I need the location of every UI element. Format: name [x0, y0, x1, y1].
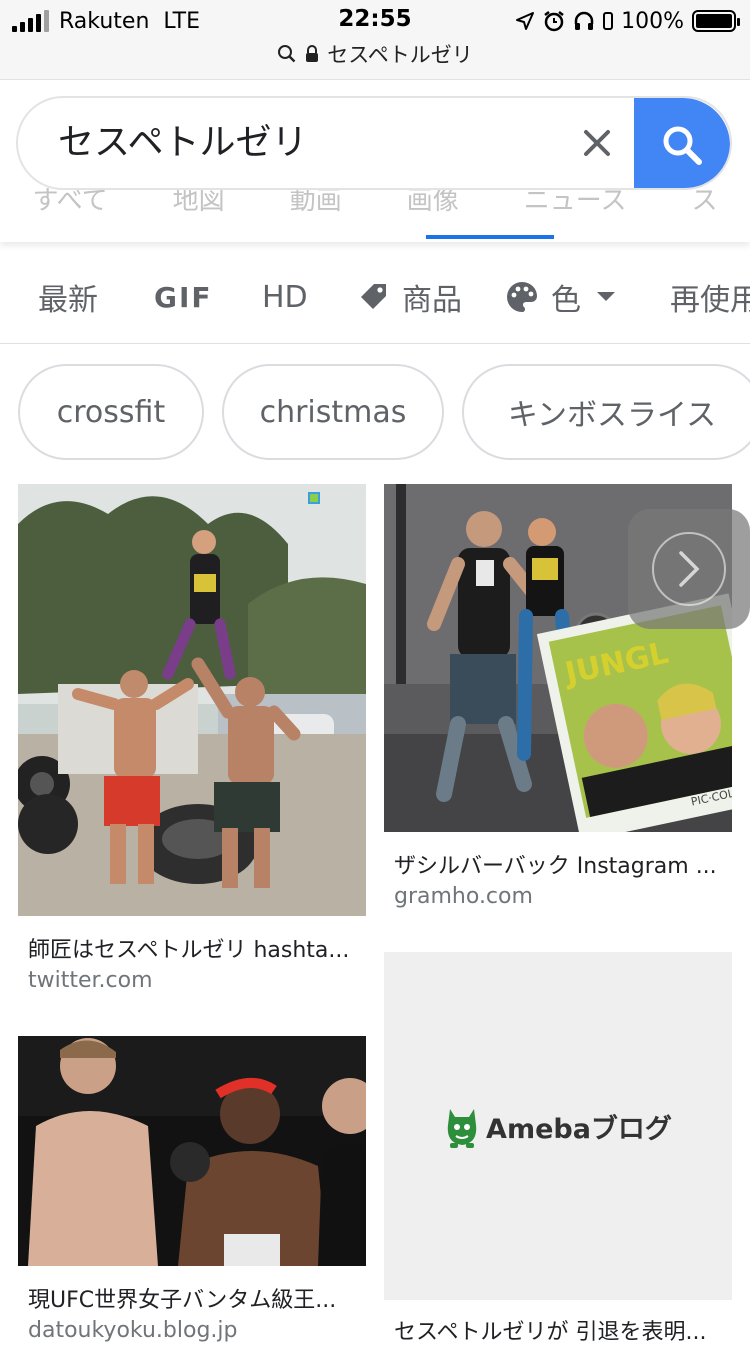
- filter-recent[interactable]: 最新: [38, 250, 98, 343]
- filter-bar: 最新 GIF HD 商品 色 再使用: [0, 250, 750, 344]
- filter-color[interactable]: 色: [505, 250, 617, 343]
- url-bar[interactable]: セスペトルゼリ: [0, 40, 750, 68]
- search-icon: [663, 126, 702, 165]
- result-domain: gramho.com: [394, 884, 533, 909]
- image-result[interactable]: 師匠はセスペトルゼリ hashta... twitter.com: [18, 484, 366, 1004]
- search-box[interactable]: セスペトルゼリ: [16, 96, 732, 190]
- result-thumbnail[interactable]: [18, 484, 366, 916]
- orientation-lock-icon: [603, 12, 614, 30]
- url-text: セスペトルゼリ: [327, 43, 473, 67]
- photo-crossfit: [18, 484, 366, 916]
- result-caption[interactable]: 現UFC世界女子バンタム級王...: [28, 1282, 358, 1314]
- headphones-icon: [574, 11, 594, 30]
- result-domain: datoukyoku.blog.jp: [28, 1318, 238, 1343]
- filter-hd[interactable]: HD: [262, 250, 308, 343]
- result-caption[interactable]: セスペトルゼリが 引退を表明...: [394, 1314, 724, 1346]
- status-bar: Rakuten LTE 22:55 100% セスペトルゼリ: [0, 0, 750, 80]
- chip-kinbo[interactable]: キンボスライス: [462, 364, 750, 460]
- palette-icon: [507, 282, 537, 312]
- search-button[interactable]: [634, 98, 730, 188]
- image-result[interactable]: 現UFC世界女子バンタム級王... datoukyoku.blog.jp: [18, 1036, 366, 1343]
- next-ring: [652, 532, 726, 606]
- ameba-logo: Amebaブログ: [444, 1103, 672, 1149]
- battery-icon: [692, 10, 740, 32]
- search-header: すべて 地図 動画 画像 ニュース ス セスペトルゼリ: [0, 80, 750, 242]
- chip-christmas[interactable]: christmas: [222, 364, 444, 460]
- ameba-mascot-icon: [447, 1109, 477, 1148]
- related-chips: crossfit christmas キンボスライス: [0, 364, 750, 464]
- chevron-down-icon: [597, 292, 615, 301]
- close-icon: [584, 130, 610, 156]
- filter-products[interactable]: 商品: [358, 250, 462, 343]
- next-button[interactable]: [628, 509, 750, 629]
- filter-color-label: 色: [551, 283, 581, 318]
- clear-button[interactable]: [574, 120, 620, 166]
- result-thumbnail[interactable]: [18, 1036, 366, 1266]
- search-input[interactable]: セスペトルゼリ: [58, 98, 307, 188]
- alarm-icon: [544, 11, 564, 32]
- result-caption[interactable]: ザシルバーバック Instagram ...: [394, 848, 724, 880]
- filter-products-label: 商品: [402, 283, 462, 318]
- status-right: 100%: [515, 6, 740, 36]
- battery-percent: 100%: [621, 8, 684, 34]
- result-caption[interactable]: 師匠はセスペトルゼリ hashta...: [28, 932, 358, 964]
- photo-fighters: [18, 1036, 366, 1266]
- result-domain: twitter.com: [28, 968, 153, 993]
- image-result[interactable]: Amebaブログ セスペトルゼリが 引退を表明...: [384, 952, 732, 1345]
- result-thumbnail[interactable]: Amebaブログ: [384, 952, 732, 1300]
- filter-reuse[interactable]: 再使用: [670, 250, 750, 343]
- search-icon: [278, 45, 296, 63]
- chip-crossfit[interactable]: crossfit: [18, 364, 204, 460]
- location-icon: [516, 12, 535, 30]
- tag-icon: [361, 284, 386, 309]
- active-tab-indicator: [426, 235, 554, 239]
- chevron-right-icon: [679, 551, 700, 587]
- lock-icon: [306, 45, 319, 62]
- filter-gif[interactable]: GIF: [154, 250, 213, 343]
- ameba-logo-text: Amebaブログ: [486, 1113, 672, 1145]
